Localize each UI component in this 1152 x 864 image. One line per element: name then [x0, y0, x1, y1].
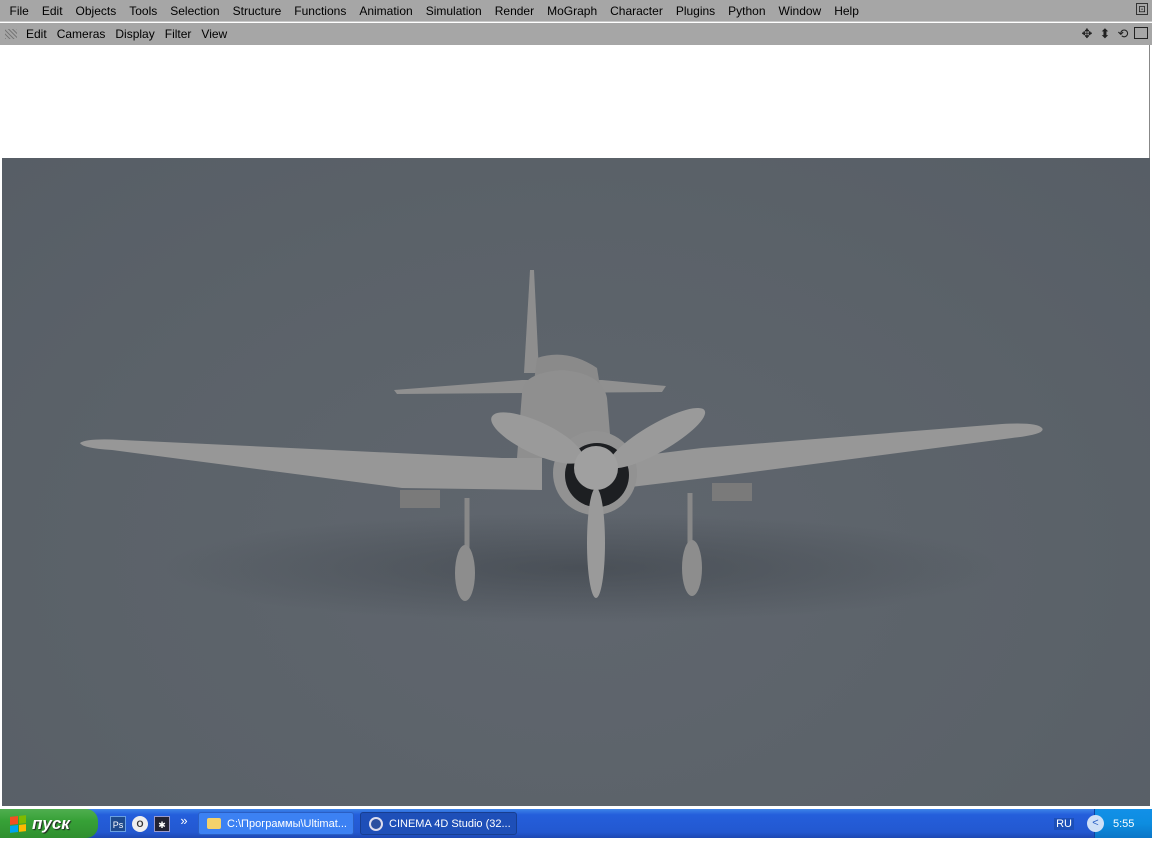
viewport-menu-cameras[interactable]: Cameras [52, 27, 111, 41]
menu-character[interactable]: Character [604, 4, 670, 18]
menu-edit[interactable]: Edit [35, 4, 69, 18]
main-menubar: File Edit Objects Tools Selection Struct… [0, 0, 1152, 22]
menu-help[interactable]: Help [828, 4, 866, 18]
start-label: пуск [32, 813, 70, 833]
layout-icon[interactable]: ⊡ [1136, 3, 1148, 15]
render-view[interactable] [2, 158, 1150, 806]
viewport-menu-view[interactable]: View [196, 27, 232, 41]
viewport-menu-edit[interactable]: Edit [21, 27, 52, 41]
propeller-spinner [574, 446, 618, 490]
menu-render[interactable]: Render [488, 4, 540, 18]
left-wing [80, 439, 542, 490]
viewport-menu-display[interactable]: Display [110, 27, 159, 41]
3d-viewport[interactable] [2, 45, 1150, 806]
right-wheel [682, 540, 702, 596]
menu-file[interactable]: File [3, 4, 35, 18]
left-wheel [455, 545, 475, 601]
task-label: CINEMA 4D Studio (32... [389, 817, 511, 830]
more-quicklaunch-button[interactable]: » [176, 814, 192, 832]
maximize-view-icon[interactable] [1134, 27, 1148, 39]
language-indicator[interactable]: RU [1054, 817, 1074, 830]
menu-mograph[interactable]: MoGraph [541, 4, 604, 18]
menu-simulation[interactable]: Simulation [419, 4, 488, 18]
tail-fin [524, 270, 539, 373]
left-flap [400, 490, 440, 508]
clock[interactable]: 5:55 [1113, 818, 1134, 830]
menu-functions[interactable]: Functions [288, 4, 353, 18]
menu-structure[interactable]: Structure [226, 4, 288, 18]
menu-tools[interactable]: Tools [123, 4, 164, 18]
show-hidden-icons-button[interactable]: < [1087, 815, 1104, 832]
propeller-blade [587, 488, 605, 598]
folder-icon [207, 818, 221, 829]
menu-plugins[interactable]: Plugins [669, 4, 721, 18]
task-explorer[interactable]: C:\Программы\Ultimat... [198, 812, 354, 835]
viewport-menu-filter[interactable]: Filter [160, 27, 197, 41]
menu-python[interactable]: Python [722, 4, 772, 18]
rotate-view-icon[interactable]: ⟲ [1116, 26, 1130, 42]
cinema4d-quicklaunch-icon[interactable]: ✱ [154, 815, 170, 832]
opera-icon[interactable]: O [132, 815, 148, 832]
menu-window[interactable]: Window [772, 4, 828, 18]
task-label: C:\Программы\Ultimat... [227, 817, 347, 830]
airplane-render [80, 270, 1043, 623]
zoom-view-icon[interactable]: ⬍ [1098, 26, 1112, 42]
windows-taskbar: пуск Ps O ✱ » C:\Программы\Ultimat... CI… [0, 809, 1152, 838]
quick-launch: Ps O ✱ » [110, 814, 192, 832]
ground-shadow [162, 513, 1002, 623]
cinema4d-icon [369, 816, 383, 831]
windows-logo-icon [10, 814, 26, 833]
menu-animation[interactable]: Animation [353, 4, 419, 18]
move-view-icon[interactable]: ✥ [1080, 26, 1094, 42]
task-cinema4d[interactable]: CINEMA 4D Studio (32... [360, 812, 517, 835]
photoshop-icon[interactable]: Ps [110, 815, 126, 832]
grip-handle-icon[interactable] [5, 29, 17, 39]
viewport-menubar: Edit Cameras Display Filter View ✥ ⬍ ⟲ [0, 23, 1152, 45]
menu-selection[interactable]: Selection [164, 4, 226, 18]
start-button[interactable]: пуск [0, 809, 98, 838]
right-flap [712, 483, 752, 501]
menu-objects[interactable]: Objects [69, 4, 123, 18]
